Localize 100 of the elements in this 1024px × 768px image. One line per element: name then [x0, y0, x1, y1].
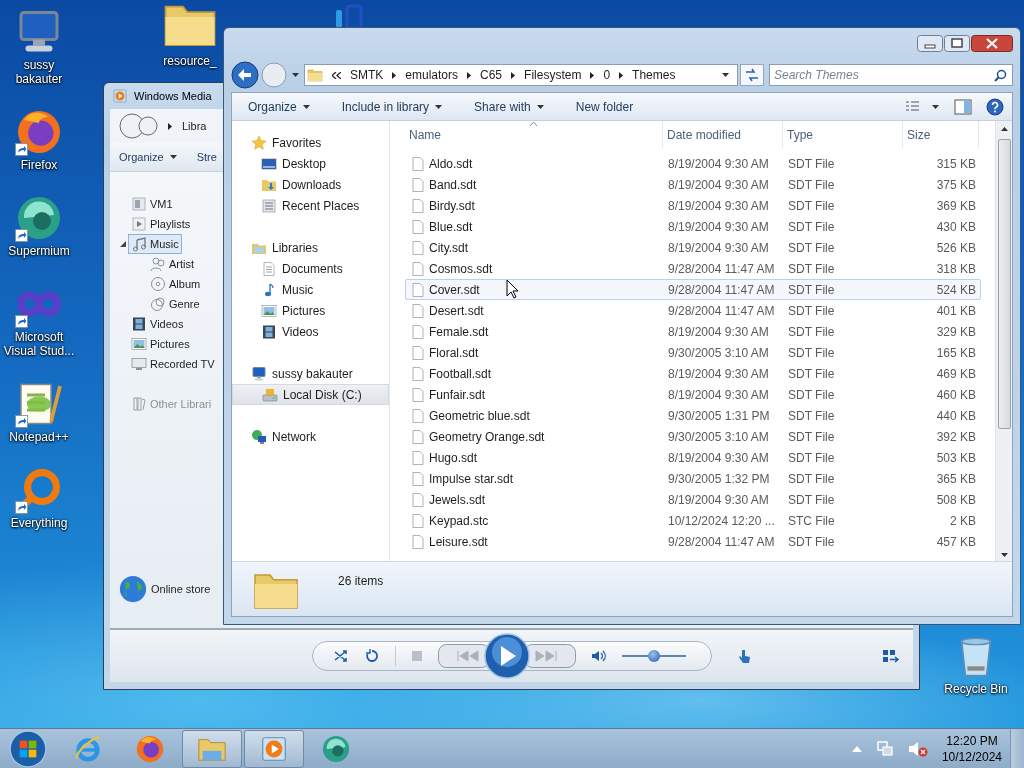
library-item[interactable]: Artist [147, 254, 198, 274]
navigation-item[interactable]: Desktop [232, 153, 389, 174]
desktop-icon-label[interactable]: Everything [0, 516, 78, 530]
back-button[interactable] [231, 61, 259, 89]
minimize-button[interactable] [917, 34, 943, 52]
breadcrumb-link[interactable]: 0 [603, 68, 611, 82]
show-hidden-icons-button[interactable] [851, 745, 862, 752]
navigation-item[interactable]: sussy bakauter [232, 363, 389, 384]
file-row[interactable]: City.sdt 8/19/2004 9:30 AM SDT File 526 KB [405, 237, 981, 258]
browser-icon [15, 194, 63, 242]
desktop-icon-label[interactable]: Notepad++ [0, 430, 78, 444]
preview-pane-button[interactable] [954, 98, 972, 115]
breadcrumb-link[interactable]: Themes [632, 68, 676, 82]
file-icon [410, 302, 426, 319]
file-icon [410, 344, 426, 361]
column-header[interactable]: Size [903, 121, 979, 148]
refresh-button[interactable] [740, 64, 764, 86]
desktop-icon-label[interactable]: Microsoft Visual Stud... [0, 330, 78, 358]
breadcrumb-link[interactable]: Filesystem [524, 68, 582, 82]
file-row[interactable]: Cover.sdt 9/28/2004 11:47 AM SDT File 524 KB [405, 279, 981, 300]
breadcrumb-link[interactable]: SMTK [350, 68, 384, 82]
file-row[interactable]: Impulse star.sdt 9/30/2005 1:32 PM SDT File 365 KB [405, 468, 981, 489]
taskbar-button[interactable] [182, 729, 242, 768]
slider-thumb[interactable] [648, 650, 660, 662]
computer-icon [251, 365, 267, 382]
expand-arrow-icon[interactable] [120, 241, 126, 247]
file-row[interactable]: Female.sdt 8/19/2004 9:30 AM SDT File 329 KB [405, 321, 981, 342]
play-button[interactable] [484, 633, 530, 679]
shuffle-icon[interactable] [333, 648, 349, 664]
file-row[interactable]: Desert.sdt 9/28/2004 11:47 AM SDT File 401 KB [405, 300, 981, 321]
scrollbar[interactable] [995, 121, 1012, 561]
file-row[interactable]: Geometry Orange.sdt 9/30/2005 3:10 AM SDT File 392 KB [405, 426, 981, 447]
table-cell-text: 9/30/2005 1:32 PM [667, 470, 771, 488]
network-icon[interactable] [875, 739, 894, 758]
toolbar-button[interactable]: Include in library [333, 96, 451, 117]
toolbar-button[interactable]: New folder [567, 96, 642, 117]
library-item[interactable]: Videos [128, 314, 187, 334]
speaker-icon[interactable] [591, 648, 607, 664]
file-row[interactable]: Blue.sdt 8/19/2004 9:30 AM SDT File 430 KB [405, 216, 981, 237]
library-item[interactable]: Genre [147, 294, 203, 314]
navigation-item[interactable]: Favorites [232, 132, 389, 153]
navigation-item[interactable]: Documents [232, 258, 389, 279]
file-row[interactable]: Aldo.sdt 8/19/2004 9:30 AM SDT File 315 KB [405, 153, 981, 174]
desktop-icon-label[interactable]: resource_ [159, 54, 221, 68]
navigation-item[interactable]: Recent Places [232, 195, 389, 216]
file-row[interactable]: Band.sdt 8/19/2004 9:30 AM SDT File 375 KB [405, 174, 981, 195]
column-header[interactable]: Type [783, 121, 903, 148]
column-header[interactable]: Date modified [663, 121, 783, 148]
scrollbar-thumb[interactable] [997, 139, 1011, 429]
navigation-item[interactable]: Network [232, 426, 389, 447]
hand-pointer-icon[interactable] [736, 648, 752, 664]
toolbar-button[interactable]: Organize [240, 96, 318, 117]
search-field[interactable]: Search Themes [769, 64, 1013, 86]
breadcrumb-link[interactable]: C65 [480, 68, 503, 82]
navigation-item[interactable]: Libraries [232, 237, 389, 258]
desktop-icon-label[interactable]: Supermium [0, 244, 78, 258]
library-item[interactable]: Recorded TV [128, 354, 218, 374]
file-row[interactable]: Leisure.sdt 9/28/2004 11:47 AM SDT File 457 KB [405, 531, 981, 552]
library-item[interactable]: Album [147, 274, 204, 294]
online-store-link[interactable]: Online store [110, 574, 211, 604]
taskbar-button[interactable] [244, 729, 304, 768]
file-row[interactable]: Football.sdt 8/19/2004 9:30 AM SDT File 469 KB [405, 363, 981, 384]
navigation-item[interactable]: Videos [232, 321, 389, 342]
help-icon[interactable] [986, 97, 1004, 116]
toolbar-button[interactable]: Organize [116, 148, 180, 166]
navigation-item[interactable]: Downloads [232, 174, 389, 195]
breadcrumb-link[interactable]: emulators [405, 68, 459, 82]
file-row[interactable]: Birdy.sdt 8/19/2004 9:30 AM SDT File 369 KB [405, 195, 981, 216]
desktop-icon-label[interactable]: Firefox [0, 158, 78, 172]
column-header[interactable]: Name [405, 121, 663, 148]
navigation-item[interactable]: Pictures [232, 300, 389, 321]
file-row[interactable]: Cosmos.sdt 9/28/2004 11:47 AM SDT File 318 KB [405, 258, 981, 279]
clock[interactable]: 12:20 PM 10/12/2024 [941, 732, 1002, 765]
desktop-icon-label[interactable]: sussy bakauter [0, 58, 78, 86]
item-count: 26 items [338, 574, 384, 588]
library-item[interactable]: VM1 [128, 194, 176, 214]
maximize-button[interactable] [944, 34, 970, 52]
library-item[interactable]: Pictures [128, 334, 193, 354]
back-button[interactable] [118, 111, 158, 141]
library-item[interactable]: Playlists [128, 214, 194, 234]
file-row[interactable]: Floral.sdt 9/30/2005 3:10 AM SDT File 165 KB [405, 342, 981, 363]
repeat-icon[interactable] [364, 648, 380, 664]
switch-view-icon[interactable] [882, 648, 900, 664]
file-row[interactable]: Jewels.sdt 8/19/2004 9:30 AM SDT File 508 KB [405, 489, 981, 510]
file-name: Jewels.sdt [429, 492, 486, 507]
table-cell-text: SDT File [787, 155, 836, 173]
navigation-item[interactable]: Music [232, 279, 389, 300]
navigation-item[interactable]: Local Disk (C:) [232, 384, 389, 405]
caret-icon [292, 73, 299, 77]
muted-speaker-icon[interactable] [907, 739, 928, 758]
file-row[interactable]: Geometric blue.sdt 9/30/2005 1:31 PM SDT File 440 KB [405, 405, 981, 426]
close-button[interactable] [971, 34, 1013, 52]
toolbar-button[interactable]: Stre [193, 148, 220, 166]
library-item[interactable]: Music [128, 234, 182, 254]
toolbar-button[interactable]: Share with [466, 96, 552, 117]
file-row[interactable]: Funfair.sdt 8/19/2004 9:30 AM SDT File 460 KB [405, 384, 981, 405]
address-bar[interactable]: SMTK emulators C65 Filesystem 0 Themes [304, 64, 738, 86]
file-row[interactable]: Hugo.sdt 8/19/2004 9:30 AM SDT File 503 KB [405, 447, 981, 468]
file-row[interactable]: Keypad.stc 10/12/2024 12:20 ... STC File 2 KB [405, 510, 981, 531]
breadcrumb-link[interactable]: Libra [182, 120, 207, 132]
